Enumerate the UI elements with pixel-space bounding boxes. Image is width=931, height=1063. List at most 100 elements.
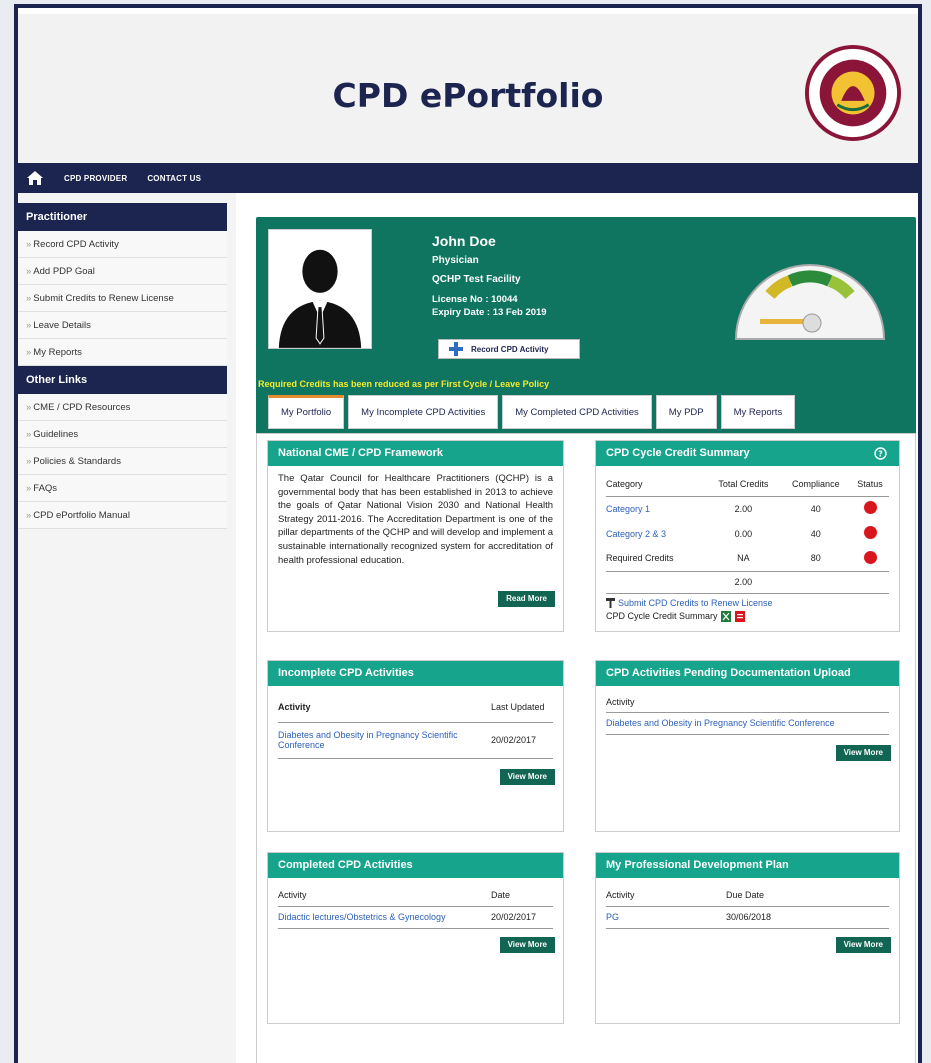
- incomplete-activity-date: 20/02/2017: [491, 735, 537, 745]
- total-credits-value: 2.00: [734, 577, 753, 587]
- pending-card-body: Activity Diabetes and Obesity in Pregnan…: [596, 686, 899, 741]
- pending-table: Activity Diabetes and Obesity in Pregnan…: [606, 692, 889, 735]
- help-icon[interactable]: ?: [874, 447, 887, 460]
- pending-activity-link[interactable]: Diabetes and Obesity in Pregnancy Scient…: [606, 712, 889, 734]
- pending-card-title: CPD Activities Pending Documentation Upl…: [596, 661, 899, 686]
- sidebar-item-label: CPD ePortfolio Manual: [33, 510, 130, 521]
- completed-activity-link[interactable]: Didactic lectures/Obstetrics & Gynecolog…: [278, 906, 491, 928]
- summary-export-row: CPD Cycle Credit Summary: [606, 610, 889, 622]
- category-1-link[interactable]: Category 1: [606, 496, 706, 521]
- read-more-button[interactable]: Read More: [498, 591, 555, 607]
- status-cell: [851, 521, 889, 546]
- pdp-header-row: Activity Due Date: [606, 884, 889, 906]
- pending-header-row: Activity: [606, 692, 889, 712]
- sidebar-item-submit-credits[interactable]: » Submit Credits to Renew License: [18, 285, 227, 312]
- col-compliance: Compliance: [792, 478, 840, 489]
- category-2-3-link[interactable]: Category 2 & 3: [606, 521, 706, 546]
- col-activity: Activity: [606, 696, 635, 707]
- col-activity: Activity: [606, 889, 635, 900]
- framework-card-body: The Qatar Council for Healthcare Practit…: [268, 466, 563, 573]
- sidebar-item-my-reports[interactable]: » My Reports: [18, 339, 227, 366]
- profile-role: Physician: [432, 255, 479, 266]
- completed-header-row: Activity Date: [278, 884, 553, 906]
- svg-text:?: ?: [878, 450, 883, 459]
- pdp-activity-link[interactable]: PG: [606, 906, 726, 928]
- bullet-icon: »: [26, 456, 32, 467]
- sidebar-item-faqs[interactable]: » FAQs: [18, 475, 227, 502]
- portfolio-tabs: My Portfolio My Incomplete CPD Activitie…: [268, 395, 796, 429]
- sidebar-item-label: Guidelines: [33, 429, 79, 440]
- pending-view-more-button[interactable]: View More: [835, 745, 891, 761]
- sidebar-item-policies-standards[interactable]: » Policies & Standards: [18, 448, 227, 475]
- tab-my-incomplete-cpd-activities[interactable]: My Incomplete CPD Activities: [348, 395, 499, 429]
- tab-my-reports[interactable]: My Reports: [720, 395, 796, 429]
- status-red-icon: [863, 526, 877, 539]
- sidebar-item-cpd-eportfolio-manual[interactable]: » CPD ePortfolio Manual: [18, 502, 227, 529]
- sidebar-item-record-cpd-activity[interactable]: » Record CPD Activity: [18, 231, 227, 258]
- incomplete-card-title: Incomplete CPD Activities: [268, 661, 563, 686]
- framework-card-title: National CME / CPD Framework: [268, 441, 563, 466]
- completed-activities-card: Completed CPD Activities Activity Date D…: [267, 852, 564, 1024]
- sidebar-item-cme-cpd-resources[interactable]: » CME / CPD Resources: [18, 394, 227, 421]
- completed-card-title: Completed CPD Activities: [268, 853, 563, 878]
- profile-panel: John Doe Physician QCHP Test Facility Li…: [256, 217, 916, 435]
- nav-contact-us[interactable]: CONTACT US: [147, 174, 201, 183]
- sidebar-item-add-pdp-goal[interactable]: » Add PDP Goal: [18, 258, 227, 285]
- table-row: Required Credits NA 80: [606, 546, 889, 571]
- sidebar-item-leave-details[interactable]: » Leave Details: [18, 312, 227, 339]
- sidebar-item-label: Add PDP Goal: [33, 266, 95, 277]
- sidebar-item-guidelines[interactable]: » Guidelines: [18, 421, 227, 448]
- table-row: Diabetes and Obesity in Pregnancy Scient…: [278, 722, 553, 758]
- profile-info: John Doe Physician QCHP Test Facility Li…: [432, 233, 547, 319]
- sidebar-other-links-title: Other Links: [18, 366, 227, 394]
- completed-view-more-button[interactable]: View More: [499, 937, 555, 953]
- sidebar-item-label: CME / CPD Resources: [33, 402, 131, 413]
- home-icon[interactable]: [26, 170, 44, 186]
- sidebar-item-label: Policies & Standards: [33, 456, 121, 467]
- category-1-credits: 2.00: [734, 503, 753, 514]
- empty-cell: [851, 571, 889, 593]
- incomplete-activity-link[interactable]: Diabetes and Obesity in Pregnancy Scient…: [278, 722, 491, 758]
- tab-my-pdp[interactable]: My PDP: [655, 395, 717, 429]
- pdf-icon[interactable]: [734, 610, 745, 622]
- category-2-3-compliance: 40: [810, 528, 821, 539]
- pdp-due-date: 30/06/2018: [726, 912, 772, 922]
- sidebar-item-label: FAQs: [33, 483, 58, 494]
- required-credits-compliance: 80: [810, 553, 821, 564]
- incomplete-view-more-button[interactable]: View More: [499, 769, 555, 785]
- profile-photo: [268, 229, 372, 349]
- col-total-credits: Total Credits: [718, 478, 769, 489]
- excel-icon[interactable]: [720, 610, 731, 622]
- pdp-card: My Professional Development Plan Activit…: [595, 852, 900, 1024]
- summary-export-label: CPD Cycle Credit Summary: [606, 611, 718, 621]
- completed-card-body: Activity Date Didactic lectures/Obstetri…: [268, 878, 563, 935]
- required-credits-label: Required Credits: [606, 553, 674, 564]
- incomplete-card-body: Activity Last Updated Diabetes and Obesi…: [268, 686, 563, 765]
- pending-upload-card: CPD Activities Pending Documentation Upl…: [595, 660, 900, 832]
- nav-cpd-provider[interactable]: CPD PROVIDER: [64, 174, 127, 183]
- bullet-icon: »: [26, 510, 32, 521]
- record-cpd-activity-button[interactable]: Record CPD Activity: [438, 339, 580, 359]
- bullet-icon: »: [26, 429, 32, 440]
- bullet-icon: »: [26, 239, 32, 250]
- state-of-qatar-logo: [804, 44, 902, 142]
- bullet-icon: »: [26, 320, 32, 331]
- bullet-icon: »: [26, 347, 32, 358]
- header: CPD ePortfolio: [18, 8, 918, 161]
- status-red-icon: [863, 550, 877, 564]
- tab-my-completed-cpd-activities[interactable]: My Completed CPD Activities: [502, 395, 652, 429]
- status-red-icon: [863, 501, 877, 515]
- submit-icon: [606, 597, 615, 608]
- tab-my-portfolio[interactable]: My Portfolio: [268, 395, 345, 429]
- col-activity: Activity: [278, 701, 311, 712]
- submit-credits-link[interactable]: Submit CPD Credits to Renew License: [618, 598, 773, 608]
- status-cell: [851, 546, 889, 571]
- credit-summary-card: CPD Cycle Credit Summary ? Category Tota…: [595, 440, 900, 632]
- credit-summary-header: CPD Cycle Credit Summary ?: [596, 441, 899, 466]
- incomplete-table: Activity Last Updated Diabetes and Obesi…: [278, 692, 553, 759]
- pdp-view-more-button[interactable]: View More: [835, 937, 891, 953]
- table-row: Category 2 & 3 0.00 40: [606, 521, 889, 546]
- bullet-icon: »: [26, 293, 32, 304]
- col-date: Date: [491, 889, 511, 900]
